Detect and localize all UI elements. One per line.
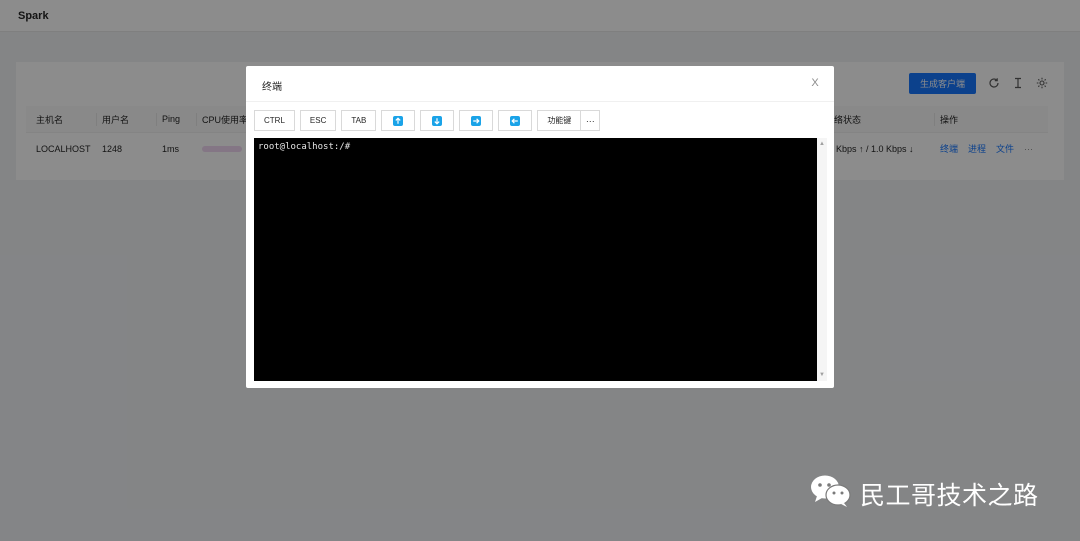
esc-key-button[interactable]: ESC — [299, 110, 337, 131]
close-icon[interactable]: X — [810, 78, 820, 89]
more-keys-button[interactable]: ··· — [580, 110, 601, 131]
terminal-prompt: root@localhost:/# — [258, 142, 351, 152]
terminal-modal: 终端 X CTRL ESC TAB 功能键 ··· root@localhost… — [246, 66, 834, 388]
arrow-left-icon — [510, 115, 521, 126]
terminal-toolbar: CTRL ESC TAB 功能键 ··· — [254, 110, 601, 131]
watermark-text: 民工哥技术之路 — [860, 480, 1039, 510]
wechat-logo-icon — [810, 474, 852, 513]
function-keys-button[interactable]: 功能键 — [537, 110, 581, 131]
arrow-right-button[interactable] — [459, 110, 494, 131]
watermark: 民工哥技术之路 — [810, 474, 1039, 513]
arrow-down-button[interactable] — [420, 110, 455, 131]
modal-header: 终端 X — [246, 66, 834, 102]
arrow-left-button[interactable] — [498, 110, 533, 131]
ctrl-key-button[interactable]: CTRL — [254, 110, 295, 131]
tab-key-button[interactable]: TAB — [341, 110, 377, 131]
terminal-scrollbar[interactable]: ▲ ▼ — [817, 138, 827, 381]
arrow-down-icon — [432, 115, 443, 126]
arrow-up-icon — [393, 115, 404, 126]
modal-title: 终端 — [262, 82, 282, 93]
terminal-screen[interactable]: root@localhost:/# — [254, 138, 817, 381]
arrow-up-button[interactable] — [381, 110, 416, 131]
function-keys-group: 功能键 ··· — [537, 110, 601, 131]
arrow-right-icon — [471, 115, 482, 126]
scroll-down-icon[interactable]: ▼ — [819, 372, 825, 378]
scroll-up-icon[interactable]: ▲ — [819, 141, 825, 147]
